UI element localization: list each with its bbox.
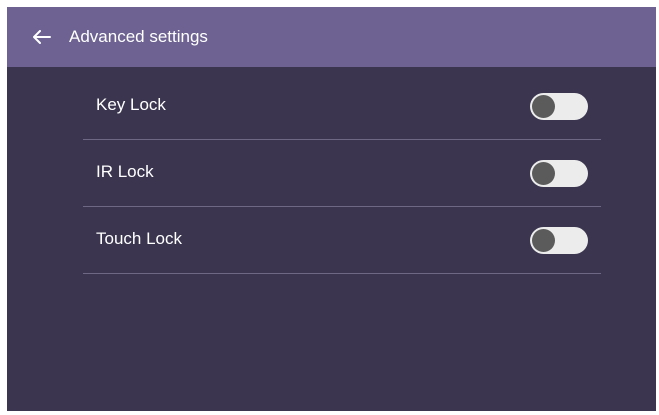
page-title: Advanced settings [69, 27, 208, 46]
toggle-knob [532, 95, 555, 118]
settings-screen: Advanced settings Key Lock IR Lock Touch… [7, 7, 656, 411]
setting-label: IR Lock [96, 162, 154, 181]
settings-list: Key Lock IR Lock Touch Lock [83, 73, 601, 274]
key-lock-toggle[interactable] [530, 93, 588, 120]
ir-lock-toggle[interactable] [530, 160, 588, 187]
setting-label: Touch Lock [96, 229, 182, 248]
arrow-left-icon [33, 30, 51, 44]
toggle-knob [532, 162, 555, 185]
header-bar: Advanced settings [7, 7, 656, 67]
back-button[interactable] [29, 24, 55, 50]
setting-row-touch-lock[interactable]: Touch Lock [83, 207, 601, 274]
setting-row-key-lock[interactable]: Key Lock [83, 73, 601, 140]
setting-row-ir-lock[interactable]: IR Lock [83, 140, 601, 207]
toggle-knob [532, 229, 555, 252]
touch-lock-toggle[interactable] [530, 227, 588, 254]
setting-label: Key Lock [96, 95, 166, 114]
